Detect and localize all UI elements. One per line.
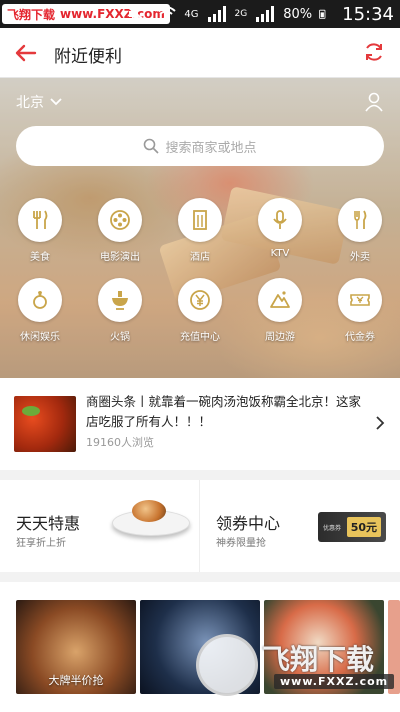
dish-food-image	[132, 500, 166, 522]
coupon-center-subtitle: 神券限量抢	[216, 538, 266, 549]
search-bar[interactable]: 搜索商家或地点	[16, 126, 384, 166]
battery-percent: 80%	[283, 6, 313, 22]
hero-banner: 北京 搜索商家或地点 美食 电影演出 酒店 KTV 外卖 休闲娱乐 火锅 充值中…	[0, 78, 400, 378]
category-hotel[interactable]: 酒店	[160, 198, 240, 263]
daily-deals-title: 天天特惠	[16, 514, 81, 533]
user-icon[interactable]	[364, 92, 384, 112]
coupon-label: 优惠券	[323, 524, 342, 532]
utensils-icon	[33, 210, 48, 229]
category-voucher[interactable]: 代金券	[320, 278, 400, 343]
category-label: KTV	[270, 248, 290, 259]
coupon-image: 优惠券 50元	[318, 512, 386, 542]
chevron-down-icon	[50, 98, 62, 106]
daily-deals-subtitle: 狂享折上折	[16, 538, 66, 549]
ticket-icon	[350, 294, 370, 306]
signal-bars-icon	[207, 6, 226, 22]
signal-2g-label: 2G	[234, 9, 248, 19]
microphone-icon	[273, 210, 287, 229]
mountain-icon	[270, 291, 290, 308]
signal-4g-label: 4G	[184, 8, 199, 20]
featured-tile[interactable]: 大牌半价抢	[16, 600, 136, 694]
bowling-icon	[33, 291, 47, 309]
headline-news-item[interactable]: 商圈头条丨就靠着一碗肉汤泡饭称霸全北京！这家店吃服了所有人！！！ 19160人浏…	[0, 378, 400, 470]
category-takeout[interactable]: 外卖	[320, 198, 400, 263]
wifi-icon	[156, 6, 177, 21]
search-icon	[144, 138, 160, 154]
category-label: 周边游	[265, 332, 295, 343]
watermark-logo: 飞翔下载 www.FXXZ.com	[196, 634, 395, 696]
watermark-logo-text: 飞翔下载	[262, 643, 375, 676]
category-label: 外卖	[350, 252, 370, 263]
category-label: 充值中心	[180, 332, 220, 343]
category-label: 电影演出	[100, 252, 140, 263]
mute-icon	[127, 6, 147, 22]
category-label: 美食	[30, 252, 50, 263]
film-reel-icon	[110, 210, 130, 230]
hotel-icon	[193, 210, 207, 230]
news-thumbnail	[14, 396, 76, 452]
category-nearby-travel[interactable]: 周边游	[240, 278, 320, 343]
yuan-coin-icon	[190, 290, 210, 310]
category-label: 火锅	[110, 332, 130, 343]
city-selector[interactable]: 北京	[16, 92, 62, 112]
watermark-logo-url: www.FXXZ.com	[274, 674, 395, 689]
city-label: 北京	[16, 95, 44, 111]
category-food[interactable]: 美食	[0, 198, 80, 263]
category-hotpot[interactable]: 火锅	[80, 278, 160, 343]
coupon-value: 50元	[346, 517, 381, 537]
refresh-icon[interactable]	[362, 40, 386, 64]
news-view-count: 19160人浏览	[86, 436, 154, 449]
status-bar: 飞翔下载 www.FXXZ.com 4G 2G 80% 15:34	[0, 0, 400, 28]
coupon-center-title: 领券中心	[216, 514, 281, 533]
page-title: 附近便利	[54, 47, 122, 67]
news-headline: 商圈头条丨就靠着一碗肉汤泡饭称霸全北京！这家店吃服了所有人！！！	[86, 394, 362, 429]
tile-caption: 大牌半价抢	[48, 674, 104, 687]
watermark-cn: 飞翔下载	[7, 7, 56, 22]
status-icons: 4G 2G 80% 15:34	[126, 0, 394, 28]
category-ktv[interactable]: KTV	[240, 198, 320, 259]
category-label: 代金券	[345, 332, 375, 343]
back-arrow-icon[interactable]	[14, 41, 38, 65]
hotpot-icon	[112, 291, 128, 310]
app-header: 附近便利	[0, 28, 400, 78]
category-label: 酒店	[190, 252, 210, 263]
signal-bars-icon	[256, 6, 275, 22]
watermark-logo-icon	[196, 634, 258, 696]
coupon-center-card[interactable]: 领券中心 神券限量抢 优惠券 50元	[200, 480, 400, 572]
category-recharge[interactable]: 充值中心	[160, 278, 240, 343]
category-leisure[interactable]: 休闲娱乐	[0, 278, 80, 343]
fork-knife-icon	[354, 210, 367, 229]
category-movies[interactable]: 电影演出	[80, 198, 160, 263]
daily-deals-card[interactable]: 天天特惠 狂享折上折	[0, 480, 199, 572]
chevron-right-icon	[376, 416, 385, 430]
promo-section: 天天特惠 狂享折上折 领券中心 神券限量抢 优惠券 50元	[0, 480, 400, 572]
battery-icon	[319, 9, 326, 19]
clock: 15:34	[342, 3, 394, 25]
category-label: 休闲娱乐	[20, 332, 60, 343]
search-placeholder: 搜索商家或地点	[165, 140, 257, 156]
